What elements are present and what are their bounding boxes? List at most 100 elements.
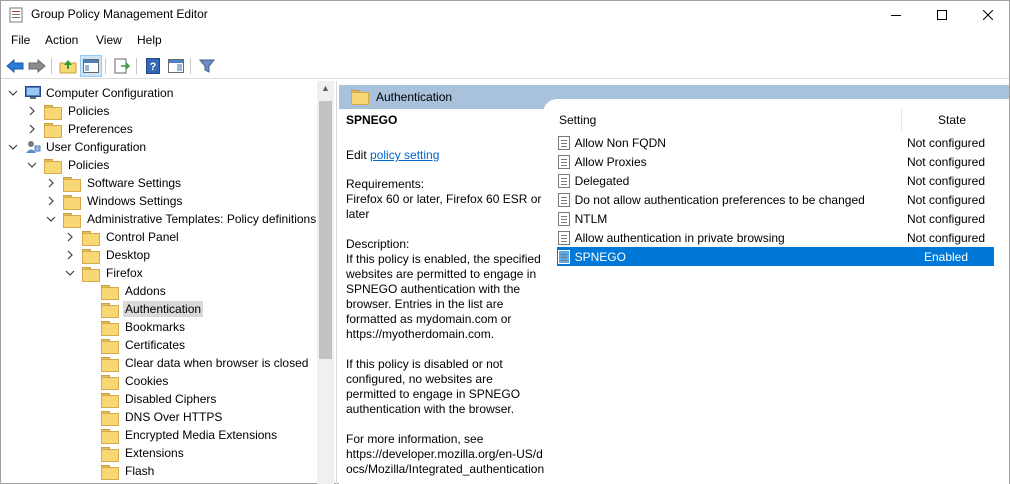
tree-item[interactable]: Clear data when browser is closed: [83, 354, 310, 372]
svg-text:?: ?: [150, 61, 157, 73]
setting-row[interactable]: Do not allow authentication preferences …: [557, 190, 994, 209]
folder-icon: [82, 266, 100, 282]
tree-item[interactable]: Cookies: [83, 372, 170, 390]
folder-icon: [63, 194, 81, 210]
chevron-right-icon[interactable]: [45, 177, 57, 189]
description-text-1: If this policy is enabled, the specified…: [346, 252, 541, 341]
tree-item-label: Policies: [68, 158, 110, 172]
tree-item-label: Addons: [125, 284, 166, 298]
console-tree-icon: [83, 59, 99, 73]
toolbar-separator: [190, 58, 191, 74]
help-button[interactable]: ?: [142, 55, 164, 77]
scroll-up-icon[interactable]: ▲: [317, 83, 334, 97]
chevron-right-icon[interactable]: [45, 195, 57, 207]
chevron-down-icon[interactable]: [45, 213, 57, 225]
folder-icon: [44, 122, 62, 138]
toolbar-separator: [51, 58, 52, 74]
chevron-right-icon[interactable]: [64, 249, 76, 261]
tree-scrollbar[interactable]: ▲: [317, 81, 334, 484]
maximize-button[interactable]: [919, 1, 965, 29]
console-tree: Computer Configuration Policies Preference…: [1, 81, 337, 484]
setting-state: Not configured: [906, 211, 986, 226]
scroll-thumb[interactable]: [319, 101, 332, 359]
minimize-button[interactable]: [873, 1, 919, 29]
tree-item[interactable]: Windows Settings: [45, 192, 184, 210]
folder-icon: [101, 464, 119, 480]
folder-icon: [101, 302, 119, 318]
setting-row[interactable]: NTLM Not configured: [557, 209, 994, 228]
folder-up-icon: [59, 60, 77, 74]
chevron-down-icon[interactable]: [64, 267, 76, 279]
tree-item-label: User Configuration: [46, 140, 147, 154]
setting-name: Allow authentication in private browsing: [574, 230, 785, 245]
setting-row[interactable]: Allow Non FQDN Not configured: [557, 133, 994, 152]
chevron-right-icon[interactable]: [26, 123, 38, 135]
gpme-window: Group Policy Management Editor File Acti…: [0, 0, 1010, 484]
export-list-button[interactable]: [111, 55, 133, 77]
chevron-down-icon[interactable]: [7, 87, 19, 99]
edit-line: Edit policy setting: [346, 148, 546, 163]
menu-help[interactable]: Help: [137, 33, 162, 47]
toolbar-separator: [136, 58, 137, 74]
app-icon: [9, 7, 23, 23]
show-action-pane-button[interactable]: [165, 55, 187, 77]
tree-item[interactable]: Firefox: [64, 264, 145, 282]
setting-row[interactable]: Allow authentication in private browsing…: [557, 228, 994, 247]
filter-button[interactable]: [196, 55, 218, 77]
folder-icon: [101, 284, 119, 300]
tree-item[interactable]: Desktop: [64, 246, 152, 264]
tree-item[interactable]: Certificates: [83, 336, 187, 354]
tree-item[interactable]: Administrative Templates: Policy definit…: [45, 210, 318, 228]
setting-row[interactable]: Allow Proxies Not configured: [557, 152, 994, 171]
tree-item-label: Control Panel: [106, 230, 179, 244]
chevron-right-icon[interactable]: [64, 231, 76, 243]
setting-name: Do not allow authentication preferences …: [574, 192, 865, 207]
computer-icon: [25, 86, 41, 100]
tree-item[interactable]: Computer Configuration: [7, 84, 175, 102]
tree-item[interactable]: Policies: [26, 156, 111, 174]
tree-item-label: Desktop: [106, 248, 151, 262]
folder-icon: [351, 90, 369, 105]
folder-icon: [101, 338, 119, 354]
minimize-icon: [891, 15, 901, 16]
setting-row[interactable]: Delegated Not configured: [557, 171, 994, 190]
back-arrow-icon: [6, 59, 24, 73]
menu-bar: File Action View Help: [1, 30, 1009, 52]
folder-icon: [44, 158, 62, 174]
tree-item-label: Certificates: [125, 338, 186, 352]
up-one-level-button[interactable]: [57, 55, 79, 77]
menu-view[interactable]: View: [96, 33, 122, 47]
setting-state: Not configured: [906, 173, 986, 188]
tree-item[interactable]: Extensions: [83, 444, 186, 462]
tree-item[interactable]: Flash: [83, 462, 156, 480]
tree-item[interactable]: Addons: [83, 282, 168, 300]
tree-item[interactable]: Preferences: [26, 120, 135, 138]
tree-item[interactable]: Control Panel: [64, 228, 181, 246]
menu-action[interactable]: Action: [45, 33, 78, 47]
tree-item[interactable]: DNS Over HTTPS: [83, 408, 224, 426]
tree-item[interactable]: Policies: [26, 102, 111, 120]
column-header-state[interactable]: State: [902, 109, 1002, 131]
show-hide-tree-button[interactable]: [80, 55, 102, 77]
tree-item[interactable]: Authentication: [83, 300, 204, 318]
tree-item[interactable]: Software Settings: [45, 174, 183, 192]
chevron-down-icon[interactable]: [7, 141, 19, 153]
tree-item[interactable]: Encrypted Media Extensions: [83, 426, 279, 444]
back-button[interactable]: [4, 55, 26, 77]
close-button[interactable]: [965, 1, 1010, 29]
column-header-setting[interactable]: Setting: [553, 109, 902, 131]
tree-item[interactable]: Disabled Ciphers: [83, 390, 218, 408]
forward-button[interactable]: [26, 55, 48, 77]
policy-setting-icon: [558, 135, 570, 150]
more-info-label: For more information, see: [346, 432, 484, 446]
policy-setting-icon: [558, 230, 570, 245]
tree-item[interactable]: User Configuration: [7, 138, 148, 156]
setting-row[interactable]: SPNEGO Enabled: [557, 247, 994, 266]
chevron-down-icon[interactable]: [26, 159, 38, 171]
chevron-right-icon[interactable]: [26, 105, 38, 117]
menu-file[interactable]: File: [11, 33, 30, 47]
tree-item[interactable]: Bookmarks: [83, 318, 187, 336]
folder-icon: [101, 428, 119, 444]
edit-policy-link[interactable]: policy setting: [370, 148, 439, 162]
tree-item-label: Software Settings: [87, 176, 182, 190]
